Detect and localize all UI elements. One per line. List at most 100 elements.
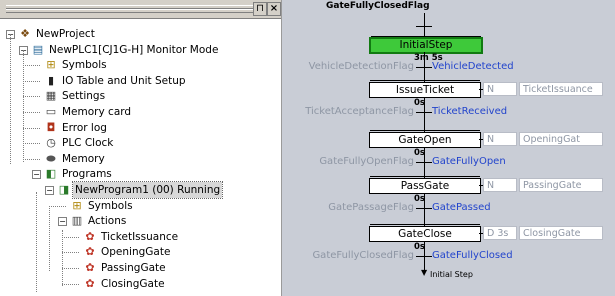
tree-item-label: Symbols xyxy=(62,59,107,71)
tree-connector xyxy=(23,159,40,160)
transition-condition[interactable]: VehicleDetected xyxy=(432,61,514,72)
jump-target-label: Initial Step xyxy=(430,270,473,279)
tree-connector xyxy=(23,96,40,97)
transition-bar xyxy=(416,256,432,257)
tree-guide-line xyxy=(23,50,24,162)
tree-guide-line xyxy=(62,230,63,286)
memory-icon: ⬬ xyxy=(46,152,56,165)
transition-bar xyxy=(416,162,432,163)
sfc-connector xyxy=(424,97,425,132)
action-connector xyxy=(479,139,483,140)
action-name[interactable]: TicketIssuance xyxy=(519,82,603,96)
tree-item-label: IO Table and Unit Setup xyxy=(62,75,186,87)
action-name[interactable]: ClosingGate xyxy=(519,226,603,240)
tree-item-label: OpeningGate xyxy=(101,246,171,258)
tree-item-label: TicketIssuance xyxy=(101,231,179,243)
tree-item-label: NewProject xyxy=(36,28,95,40)
project-icon: ❖ xyxy=(20,27,30,40)
tree-connector xyxy=(62,237,79,238)
sfc-step-passgate[interactable]: PassGate xyxy=(369,176,481,194)
memory-card-icon: ▭ xyxy=(45,105,57,118)
transition-bar xyxy=(416,67,432,68)
action-name[interactable]: PassingGate xyxy=(519,178,603,192)
actions-icon: ▥ xyxy=(71,214,83,227)
action-qualifier[interactable]: N xyxy=(483,132,517,146)
tree-item-label: Settings xyxy=(62,90,106,102)
action-name[interactable]: OpeningGat xyxy=(519,132,603,146)
tree-connector xyxy=(62,252,79,253)
project-workspace-pane: ⊓ × − ❖ NewProject − ▤ NewPLC1[CJ1G-H] Monito… xyxy=(0,0,282,296)
tree-item-label: NewPLC1[CJ1G-H] Monitor Mode xyxy=(49,44,219,56)
collapse-expander-icon[interactable]: − xyxy=(58,217,67,226)
tree-connector xyxy=(23,112,40,113)
pin-icon[interactable]: ⊓ xyxy=(253,2,267,16)
tree-guide-line xyxy=(10,34,11,164)
error-log-icon: ◘ xyxy=(46,121,56,134)
action-qualifier[interactable]: N xyxy=(483,82,517,96)
symbols-icon: ⊞ xyxy=(72,199,82,212)
transition-bar xyxy=(416,26,432,27)
plc-clock-icon: ◷ xyxy=(46,136,56,149)
sfc-diagram: GateFullyClosedFlag InitialStep 3m 5s Vehi… xyxy=(282,0,615,296)
collapse-expander-icon[interactable]: − xyxy=(32,170,41,179)
sfc-connector xyxy=(424,13,425,37)
program-icon: ◨ xyxy=(58,183,70,196)
tree-connector xyxy=(23,128,40,129)
transition-condition[interactable]: GatePassed xyxy=(432,202,491,213)
symbols-icon: ⊞ xyxy=(46,58,56,71)
tree-connector xyxy=(62,284,79,285)
transition-input-flag: TicketAcceptanceFlag xyxy=(305,106,414,117)
tree-item-label: ClosingGate xyxy=(101,278,165,290)
transition-bar xyxy=(416,112,432,113)
transition-condition[interactable]: GateFullyClosed xyxy=(432,250,513,261)
sfc-step-initialstep[interactable]: InitialStep xyxy=(369,36,483,54)
tree-connector xyxy=(62,268,79,269)
programs-icon: ◧ xyxy=(45,167,57,180)
action-connector xyxy=(479,185,483,186)
titlebar-grip xyxy=(6,9,256,13)
transition-input-flag: GateFullyClosedFlag xyxy=(312,250,414,261)
transition-condition[interactable]: GateFullyOpen xyxy=(432,156,506,167)
tree-connector xyxy=(49,206,66,207)
tree-item-label: Programs xyxy=(62,168,112,180)
tree-item-label: Symbols xyxy=(88,200,133,212)
tree-guide-line xyxy=(49,206,50,271)
action-icon: ✿ xyxy=(85,245,95,258)
tree-item-label: PLC Clock xyxy=(62,137,114,149)
project-tree: − ❖ NewProject − ▤ NewPLC1[CJ1G-H] Monitor Mo… xyxy=(0,20,281,296)
sfc-step-gateclose[interactable]: GateClose xyxy=(369,224,481,242)
transition-condition[interactable]: TicketReceived xyxy=(432,106,507,117)
tree-item-label: Memory xyxy=(62,153,105,165)
action-icon: ✿ xyxy=(85,277,95,290)
sfc-step-issueticket[interactable]: IssueTicket xyxy=(369,80,481,98)
tree-connector xyxy=(23,65,40,66)
settings-icon: ▦ xyxy=(45,89,57,102)
transition-input-flag: VehicleDetectionFlag xyxy=(308,61,414,72)
close-icon[interactable]: × xyxy=(267,2,281,16)
action-qualifier[interactable]: N xyxy=(483,178,517,192)
io-table-icon: ▮ xyxy=(47,74,55,87)
tree-item-label: Error log xyxy=(62,122,107,134)
tree-connector xyxy=(23,81,40,82)
tree-guide-line xyxy=(36,192,37,292)
tree-item-label: PassingGate xyxy=(101,262,166,274)
transition-input-flag: GateFullyOpenFlag xyxy=(319,156,414,167)
plc-icon: ▤ xyxy=(32,43,44,56)
top-transition-flag: GateFullyClosedFlag xyxy=(326,1,430,11)
action-connector xyxy=(479,233,483,234)
action-icon: ✿ xyxy=(85,230,95,243)
tree-item-label: Actions xyxy=(88,215,127,227)
pane-titlebar[interactable]: ⊓ × xyxy=(0,0,281,19)
tree-item-label: NewProgram1 (00) Running xyxy=(71,181,224,199)
sfc-step-gateopen[interactable]: GateOpen xyxy=(369,130,481,148)
jump-arrow-icon: ▼ xyxy=(421,268,428,277)
action-qualifier[interactable]: D 3s xyxy=(483,226,517,240)
transition-bar xyxy=(416,208,432,209)
transition-input-flag: GatePassageFlag xyxy=(328,202,414,213)
tree-item-label: Memory card xyxy=(62,106,132,118)
action-icon: ✿ xyxy=(85,261,95,274)
sfc-connector xyxy=(424,193,425,226)
tree-connector xyxy=(23,143,40,144)
collapse-expander-icon[interactable]: − xyxy=(45,186,54,195)
action-connector xyxy=(479,89,483,90)
